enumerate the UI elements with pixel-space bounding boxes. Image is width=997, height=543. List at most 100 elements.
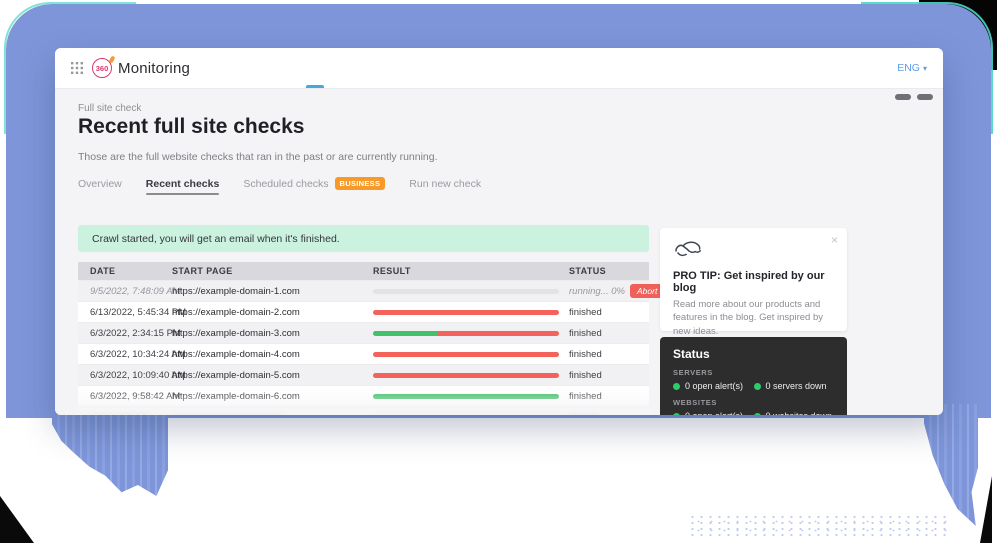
pro-tip-card: × PRO TIP: Get inspired by our blog Read…: [660, 228, 847, 331]
tab-label: Overview: [78, 178, 122, 190]
servers-open-alerts-label: 0 open alert(s): [685, 381, 743, 391]
check-start-page: https://example-domain-1.com: [172, 286, 373, 297]
notification-message: Crawl started, you will get an email whe…: [92, 233, 340, 245]
servers-open-alerts: 0 open alert(s): [673, 381, 754, 391]
logo[interactable]: 360 Monitoring: [92, 58, 190, 78]
black-mark-bottom-left: [0, 496, 34, 543]
pro-tip-title: PRO TIP: Get inspired by our blog: [673, 270, 834, 294]
tab-label: Run new check: [409, 178, 481, 190]
status-text: finished: [569, 370, 602, 381]
check-result: [373, 310, 569, 315]
servers-status-row: 0 open alert(s) 0 servers down: [673, 381, 834, 391]
table-row[interactable]: 6/13/2022, 5:45:34 PM https://example-do…: [78, 301, 649, 322]
check-start-page: https://example-domain-2.com: [172, 307, 373, 318]
check-start-page: https://example-domain-6.com: [172, 391, 373, 402]
check-date: 6/3/2022, 9:58:42 AM: [90, 391, 172, 402]
breadcrumb: Full site check: [78, 103, 141, 114]
pro-tip-body: Read more about our products and feature…: [673, 298, 834, 338]
progress-bar: [373, 289, 559, 294]
tab[interactable]: Overview: [78, 178, 122, 195]
tab[interactable]: Recent checks: [146, 178, 220, 195]
check-status: finished: [569, 349, 637, 360]
col-start-page: START PAGE: [172, 266, 373, 276]
tab[interactable]: Run new check: [409, 178, 481, 195]
check-date: 6/3/2022, 2:34:15 PM: [90, 328, 172, 339]
nav-item[interactable]: [328, 48, 354, 88]
paint-streak-right: [924, 404, 978, 526]
status-ok-dot: [754, 383, 761, 390]
nav-item[interactable]: [380, 48, 406, 88]
col-result: RESULT: [373, 266, 569, 276]
handshake-icon: [673, 247, 705, 264]
status-text: finished: [569, 391, 602, 402]
checks-table: DATE START PAGE RESULT STATUS 9/5/2022, …: [78, 262, 649, 415]
business-badge: BUSINESS: [335, 177, 386, 190]
top-navbar: 360 Monitoring ENG ▾: [55, 48, 943, 89]
chevron-down-icon: ▾: [923, 64, 927, 73]
check-result: [373, 394, 569, 399]
status-text: finished: [569, 349, 602, 360]
black-mark-bottom-right: [980, 476, 992, 543]
check-result: [373, 352, 569, 357]
websites-down-label: 0 websites down: [766, 411, 833, 415]
table-row[interactable]: 6/3/2022, 9:58:42 AM https://example-dom…: [78, 385, 649, 406]
table-row-faded: [78, 406, 649, 415]
app-grid-icon[interactable]: [71, 62, 83, 74]
check-date: 6/13/2022, 5:45:34 PM: [90, 307, 172, 318]
language-selector[interactable]: ENG ▾: [897, 48, 927, 88]
websites-open-alerts-label: 0 open alert(s): [685, 411, 743, 415]
check-start-page: https://example-domain-4.com: [172, 349, 373, 360]
status-panel: Status SERVERS 0 open alert(s) 0 servers…: [660, 337, 847, 415]
marketing-canvas: 360 Monitoring ENG ▾ Full site check Rec…: [0, 0, 997, 543]
status-ok-dot: [754, 413, 761, 416]
websites-open-alerts: 0 open alert(s): [673, 411, 754, 415]
page-description: Those are the full website checks that r…: [78, 151, 438, 163]
check-status: finished: [569, 328, 637, 339]
nav-item[interactable]: [250, 48, 276, 88]
progress-bar: [373, 394, 559, 399]
status-ok-dot: [673, 413, 680, 416]
notification-banner: Crawl started, you will get an email whe…: [78, 225, 649, 252]
page-title: Recent full site checks: [78, 115, 304, 139]
servers-down: 0 servers down: [754, 381, 835, 391]
status-ok-dot: [673, 383, 680, 390]
brand-name: Monitoring: [118, 60, 190, 77]
nav-item[interactable]: [302, 48, 328, 88]
paint-speckles: [688, 514, 950, 538]
check-status: finished: [569, 370, 637, 381]
quota-badge[interactable]: [917, 94, 933, 100]
table-row[interactable]: 6/3/2022, 2:34:15 PM https://example-dom…: [78, 322, 649, 343]
quota-badge[interactable]: [895, 94, 911, 100]
check-status: finished: [569, 391, 637, 402]
check-start-page: https://example-domain-3.com: [172, 328, 373, 339]
servers-down-label: 0 servers down: [766, 381, 827, 391]
status-text: finished: [569, 307, 602, 318]
websites-section-label: WEBSITES: [673, 398, 834, 407]
check-date: 6/3/2022, 10:34:24 AM: [90, 349, 172, 360]
websites-status-row: 0 open alert(s) 0 websites down: [673, 411, 834, 415]
table-row[interactable]: 9/5/2022, 7:48:09 AM https://example-dom…: [78, 280, 649, 301]
col-date: DATE: [90, 266, 172, 276]
close-icon[interactable]: ×: [831, 233, 838, 247]
table-row[interactable]: 6/3/2022, 10:09:40 AM https://example-do…: [78, 364, 649, 385]
status-text: running... 0%: [569, 286, 625, 297]
main-nav: [224, 48, 406, 88]
logo-360-icon: 360: [92, 58, 112, 78]
nav-item[interactable]: [354, 48, 380, 88]
check-start-page: https://example-domain-5.com: [172, 370, 373, 381]
progress-bar: [373, 310, 559, 315]
check-result: [373, 373, 569, 378]
nav-item[interactable]: [276, 48, 302, 88]
tab[interactable]: Scheduled checks BUSINESS: [243, 177, 385, 195]
table-row[interactable]: 6/3/2022, 10:34:24 AM https://example-do…: [78, 343, 649, 364]
status-text: finished: [569, 328, 602, 339]
tab-label: Recent checks: [146, 178, 220, 190]
nav-item[interactable]: [224, 48, 250, 88]
check-result: [373, 289, 569, 294]
content-area: Full site check Recent full site checks …: [55, 89, 943, 415]
language-label: ENG: [897, 62, 920, 74]
progress-bar: [373, 373, 559, 378]
tab-label: Scheduled checks: [243, 178, 328, 190]
quota-badges: [895, 94, 933, 100]
table-body: 9/5/2022, 7:48:09 AM https://example-dom…: [78, 280, 649, 406]
